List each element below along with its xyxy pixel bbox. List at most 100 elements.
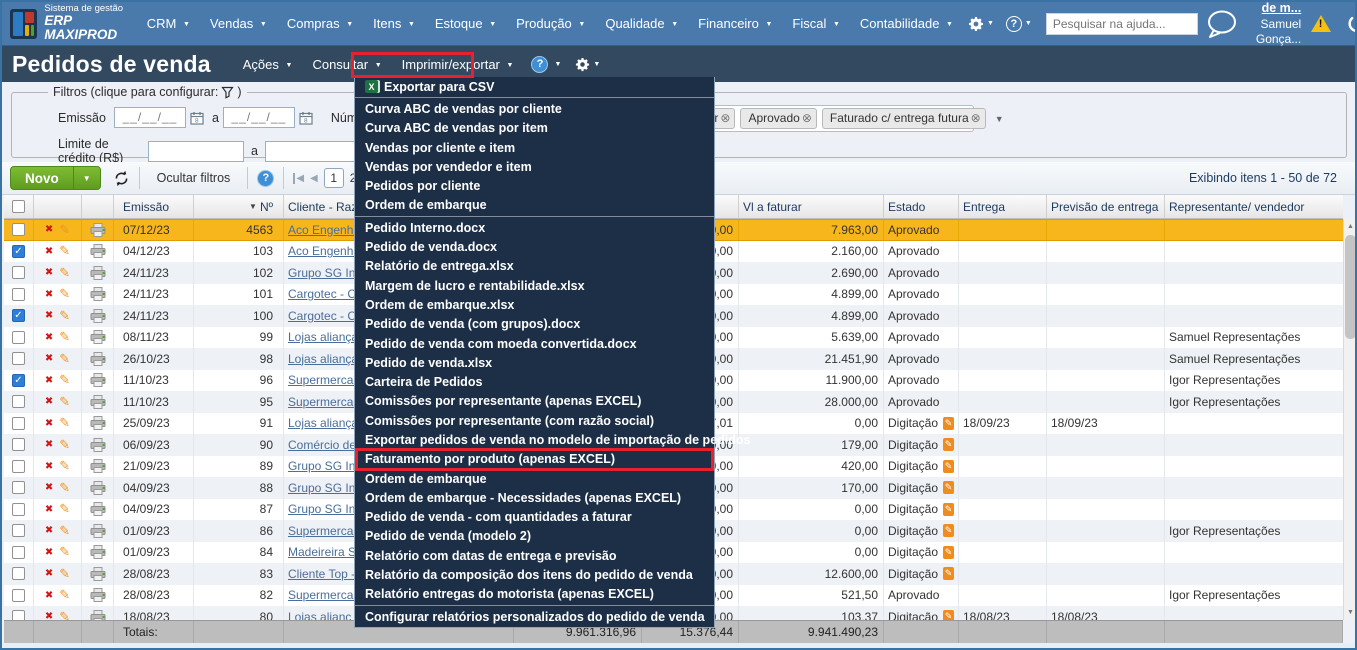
row-checkbox[interactable]: ✓ xyxy=(12,245,25,258)
chip-remove-icon[interactable]: ⊗ xyxy=(720,111,730,125)
page-help-icon[interactable]: ? xyxy=(531,56,548,73)
edit-row-icon[interactable]: ✎ xyxy=(59,308,70,324)
company-link[interactable]: Fábrica de m... xyxy=(1256,0,1301,17)
topbar-menu-crm[interactable]: CRM ▼ xyxy=(138,11,199,36)
filters-legend[interactable]: Filtros (clique para configurar: ) xyxy=(48,85,247,99)
calendar-icon[interactable]: 8 xyxy=(299,111,313,125)
cliente-link[interactable]: Supermercad xyxy=(288,395,360,409)
delete-row-icon[interactable]: ✖ xyxy=(45,246,53,257)
cliente-link[interactable]: Grupo SG In xyxy=(288,502,355,516)
menu-item-pedido-de-venda-docx[interactable]: Pedido de venda.docx xyxy=(355,237,714,256)
print-row-icon[interactable] xyxy=(90,459,106,473)
menu-item-curva-abc-de-vendas-por-item[interactable]: Curva ABC de vendas por item xyxy=(355,119,714,138)
cliente-link[interactable]: Grupo SG In xyxy=(288,266,355,280)
cliente-link[interactable]: Supermercad xyxy=(288,588,360,602)
menu-item-curva-abc-de-vendas-por-cliente[interactable]: Curva ABC de vendas por cliente xyxy=(355,99,714,118)
print-row-icon[interactable] xyxy=(90,416,106,430)
menu-item-vendas-por-cliente-e-item[interactable]: Vendas por cliente e item xyxy=(355,138,714,157)
page-menu-ac-o-es[interactable]: Ações ▼ xyxy=(233,51,303,78)
row-checkbox[interactable] xyxy=(12,567,25,580)
header-estado[interactable]: Estado xyxy=(884,195,959,218)
delete-row-icon[interactable]: ✖ xyxy=(45,525,53,536)
topbar-menu-produc-a-o[interactable]: Produção ▼ xyxy=(507,11,594,36)
row-checkbox[interactable] xyxy=(12,288,25,301)
edit-row-icon[interactable]: ✎ xyxy=(59,458,70,474)
delete-row-icon[interactable]: ✖ xyxy=(45,461,53,472)
scroll-down-icon[interactable]: ▼ xyxy=(1344,605,1357,620)
menu-item-pedido-de-venda-xlsx[interactable]: Pedido de venda.xlsx xyxy=(355,353,714,372)
delete-row-icon[interactable]: ✖ xyxy=(45,482,53,493)
menu-item-configurar-relato-rios-personalizados-do-pedido-de-venda[interactable]: Configurar relatórios personalizados do … xyxy=(355,607,714,626)
row-checkbox[interactable] xyxy=(12,331,25,344)
page-menu-consultar[interactable]: Consultar ▼ xyxy=(302,51,391,78)
novo-dropdown-icon[interactable]: ▼ xyxy=(73,167,100,189)
delete-row-icon[interactable]: ✖ xyxy=(45,332,53,343)
help-caret-icon[interactable]: ▼ xyxy=(554,61,561,68)
help-icon[interactable]: ?▼ xyxy=(1000,16,1038,32)
current-page[interactable]: 1 xyxy=(324,168,344,188)
header-numero[interactable]: ▼Nº xyxy=(194,195,284,218)
delete-row-icon[interactable]: ✖ xyxy=(45,418,53,429)
menu-item-pedido-interno-docx[interactable]: Pedido Interno.docx xyxy=(355,218,714,237)
print-row-icon[interactable] xyxy=(90,395,106,409)
delete-row-icon[interactable]: ✖ xyxy=(45,310,53,321)
chip-remove-icon[interactable]: ⊗ xyxy=(802,111,812,125)
edit-row-icon[interactable]: ✎ xyxy=(59,437,70,453)
header-entrega[interactable]: Entrega xyxy=(959,195,1047,218)
delete-row-icon[interactable]: ✖ xyxy=(45,611,53,620)
cliente-link[interactable]: Supermercad xyxy=(288,524,360,538)
print-row-icon[interactable] xyxy=(90,438,106,452)
delete-row-icon[interactable]: ✖ xyxy=(45,504,53,515)
estado-edit-icon[interactable]: ✎ xyxy=(943,503,954,516)
emissao-to-input[interactable]: __/__/__ xyxy=(223,107,295,128)
edit-row-icon[interactable]: ✎ xyxy=(59,394,70,410)
row-checkbox[interactable] xyxy=(12,503,25,516)
vertical-scrollbar[interactable]: ▲ ▼ xyxy=(1343,219,1357,620)
estado-edit-icon[interactable]: ✎ xyxy=(943,546,954,559)
menu-item-ordem-de-embarque-xlsx[interactable]: Ordem de embarque.xlsx xyxy=(355,295,714,314)
header-vl-a-faturar[interactable]: Vl a faturar xyxy=(739,195,884,218)
cliente-link[interactable]: Supermercad xyxy=(288,373,360,387)
print-row-icon[interactable] xyxy=(90,373,106,387)
scroll-up-icon[interactable]: ▲ xyxy=(1344,219,1357,234)
cliente-link[interactable]: Aco Engenha xyxy=(288,244,360,258)
delete-row-icon[interactable]: ✖ xyxy=(45,568,53,579)
topbar-menu-qualidade[interactable]: Qualidade ▼ xyxy=(596,11,687,36)
topbar-menu-contabilidade[interactable]: Contabilidade ▼ xyxy=(851,11,962,36)
delete-row-icon[interactable]: ✖ xyxy=(45,289,53,300)
menu-item-ordem-de-embarque[interactable]: Ordem de embarque xyxy=(355,196,714,215)
settings-gear-icon[interactable]: ▼ xyxy=(962,16,1000,32)
row-checkbox[interactable]: ✓ xyxy=(12,309,25,322)
delete-row-icon[interactable]: ✖ xyxy=(45,267,53,278)
warning-icon[interactable]: ! xyxy=(1311,15,1331,32)
menu-item-vendas-por-vendedor-e-item[interactable]: Vendas por vendedor e item xyxy=(355,157,714,176)
cliente-link[interactable]: Madeireira S xyxy=(288,545,356,559)
delete-row-icon[interactable]: ✖ xyxy=(45,590,53,601)
edit-row-icon[interactable]: ✎ xyxy=(59,587,70,603)
estado-edit-icon[interactable]: ✎ xyxy=(943,567,954,580)
menu-item-pedido-de-venda-com-moeda-convertida-docx[interactable]: Pedido de venda com moeda convertida.doc… xyxy=(355,334,714,353)
limite-to-input[interactable] xyxy=(265,141,361,162)
prev-page-icon[interactable]: ◀ xyxy=(310,173,318,184)
print-row-icon[interactable] xyxy=(90,309,106,323)
edit-row-icon[interactable]: ✎ xyxy=(59,415,70,431)
header-previsao[interactable]: Previsão de entrega xyxy=(1047,195,1165,218)
menu-item-relato-rio-de-entrega-xlsx[interactable]: Relatório de entrega.xlsx xyxy=(355,257,714,276)
print-row-icon[interactable] xyxy=(90,481,106,495)
menu-item-relato-rio-com-datas-de-entrega-e-previsa-o[interactable]: Relatório com datas de entrega e previsã… xyxy=(355,546,714,565)
filter-chip-faturado-c-entrega-futura[interactable]: Faturado c/ entrega futura⊗ xyxy=(822,108,986,129)
row-checkbox[interactable] xyxy=(12,524,25,537)
delete-row-icon[interactable]: ✖ xyxy=(45,396,53,407)
cliente-link[interactable]: Grupo SG In xyxy=(288,459,355,473)
menu-item-ordem-de-embarque[interactable]: Ordem de embarque xyxy=(355,469,714,488)
calendar-icon[interactable]: 8 xyxy=(190,111,204,125)
page-menu-imprimir-exportar[interactable]: Imprimir/exportar ▼ xyxy=(392,51,524,78)
menu-item-faturamento-por-produto-apenas-excel[interactable]: Faturamento por produto (apenas EXCEL) xyxy=(355,450,714,469)
print-row-icon[interactable] xyxy=(90,223,106,237)
menu-item-comisso-es-por-representante-com-raza-o-social[interactable]: Comissões por representante (com razão s… xyxy=(355,411,714,430)
menu-item-pedido-de-venda-com-quantidades-a-faturar[interactable]: Pedido de venda - com quantidades a fatu… xyxy=(355,508,714,527)
menu-item-relato-rio-da-composic-a-o-dos-itens-do-pedido-de-venda[interactable]: Relatório da composição dos itens do ped… xyxy=(355,565,714,584)
cliente-link[interactable]: Lojas aliança xyxy=(288,352,358,366)
print-row-icon[interactable] xyxy=(90,567,106,581)
erp-logo[interactable]: Sistema de gestão ERP MAXIPROD xyxy=(10,4,124,42)
